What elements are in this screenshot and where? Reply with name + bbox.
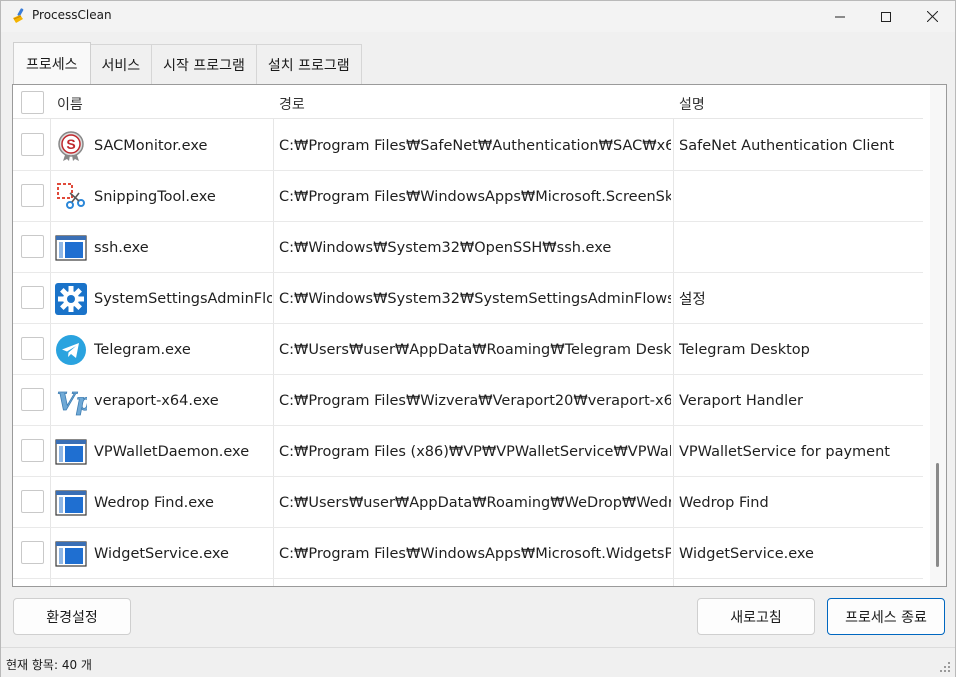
row-checkbox[interactable] [21, 337, 44, 360]
process-path: C:₩Windows₩System32₩OpenSSH₩ssh.exe [279, 239, 612, 256]
item-count-text: 현재 항목: 40 개 [6, 658, 92, 672]
refresh-button-label: 새로고침 [730, 609, 782, 626]
tab-label: 프로세스 [26, 56, 78, 73]
table-row[interactable]: SystemSettingsAdminFlo... C:₩Windows₩Syst… [13, 273, 923, 324]
safenet-icon: S [55, 130, 87, 162]
settings-button-label: 환경설정 [46, 609, 98, 626]
svg-text:S: S [66, 136, 75, 152]
process-path: C:₩Program Files₩SafeNet₩Authentication₩… [279, 137, 671, 154]
column-header-name[interactable]: 이름 [57, 94, 83, 114]
maximize-icon [881, 11, 891, 22]
refresh-button[interactable]: 새로고침 [697, 598, 815, 635]
process-name: Telegram.exe [94, 341, 191, 358]
process-path: C:₩Users₩user₩AppData₩Roaming₩WeDrop₩Wed… [279, 494, 671, 511]
tab-label: 설치 프로그램 [267, 57, 350, 74]
tab-label: 서비스 [101, 57, 141, 74]
process-name: veraport-x64.exe [94, 392, 219, 409]
column-header-description[interactable]: 설명 [679, 94, 705, 114]
veraport-icon: Vp [55, 385, 87, 417]
row-checkbox[interactable] [21, 286, 44, 309]
settings-button[interactable]: 환경설정 [13, 598, 131, 635]
process-name: SACMonitor.exe [94, 137, 208, 154]
row-checkbox[interactable] [21, 235, 44, 258]
list-header: 이름 경로 설명 [13, 85, 923, 119]
process-path: C:₩Windows₩System32₩SystemSettingsAdminF… [279, 290, 671, 307]
process-name: VPWalletDaemon.exe [94, 443, 250, 460]
row-checkbox[interactable] [21, 388, 44, 411]
close-button[interactable] [909, 1, 955, 32]
close-icon [926, 11, 938, 22]
snipping-tool-icon [55, 181, 87, 213]
process-name: SnippingTool.exe [94, 188, 216, 205]
table-row[interactable]: Vp veraport-x64.exe C:₩Program Files₩Wizve… [13, 375, 923, 426]
process-description: VPWalletService for payment [679, 443, 890, 460]
tab-label: 시작 프로그램 [163, 57, 245, 74]
process-description: WidgetService.exe [679, 545, 814, 562]
row-checkbox[interactable] [21, 184, 44, 207]
process-description: 설정 [679, 292, 706, 308]
tab-installed-programs[interactable]: 설치 프로그램 [255, 44, 362, 84]
generic-exe-icon [55, 232, 87, 264]
kill-process-button[interactable]: 프로세스 종료 [827, 598, 945, 635]
table-row[interactable]: Wedrop Find.exe C:₩Users₩user₩AppData₩Roa… [13, 477, 923, 528]
table-row[interactable]: SnippingTool.exe C:₩Program Files₩Windows… [13, 171, 923, 222]
minimize-button[interactable] [817, 1, 863, 32]
table-row[interactable]: S SACMonitor.exe C:₩Program Files₩SafeNet₩… [13, 120, 923, 171]
process-path: C:₩Program Files₩WindowsApps₩Microsoft.S… [279, 188, 671, 205]
kill-process-button-label: 프로세스 종료 [845, 609, 927, 626]
telegram-icon [55, 334, 87, 366]
svg-text:Vp: Vp [57, 387, 87, 416]
process-description: Wedrop Find [679, 494, 769, 511]
process-path: C:₩Program Files (x86)₩VP₩VPWalletServic… [279, 443, 671, 460]
scrollbar-thumb[interactable] [936, 463, 939, 567]
process-name: Wedrop Find.exe [94, 494, 214, 511]
title-bar: ProcessClean [1, 1, 955, 32]
generic-exe-icon [55, 436, 87, 468]
tab-startup-programs[interactable]: 시작 프로그램 [151, 44, 257, 84]
process-description: Telegram Desktop [679, 341, 810, 358]
table-row[interactable]: Telegram.exe C:₩Users₩user₩AppData₩Roamin… [13, 324, 923, 375]
window-title: ProcessClean [32, 8, 112, 22]
row-checkbox[interactable] [21, 541, 44, 564]
process-list[interactable]: 이름 경로 설명 S SACMonitor.exe C:₩Program Files… [12, 84, 947, 587]
process-path: C:₩Program Files₩WindowsApps₩Microsoft.W… [279, 545, 671, 562]
process-name: SystemSettingsAdminFlo... [94, 290, 272, 307]
row-checkbox[interactable] [21, 133, 44, 156]
process-description: SafeNet Authentication Client [679, 137, 895, 154]
column-header-path[interactable]: 경로 [279, 94, 305, 114]
status-bar: 현재 항목: 40 개 [1, 647, 955, 677]
process-name: WidgetService.exe [94, 545, 229, 562]
select-all-checkbox[interactable] [21, 91, 44, 114]
process-path: C:₩Program Files₩Wizvera₩Veraport20₩vera… [279, 392, 671, 409]
broom-icon [13, 8, 24, 23]
tab-processes[interactable]: 프로세스 [13, 42, 91, 84]
table-row[interactable]: WidgetService.exe C:₩Program Files₩Window… [13, 528, 923, 579]
tab-strip: 프로세스 서비스 시작 프로그램 설치 프로그램 [13, 42, 362, 84]
table-row[interactable]: VPWalletDaemon.exe C:₩Program Files (x86)… [13, 426, 923, 477]
maximize-button[interactable] [863, 1, 909, 32]
generic-exe-icon [55, 538, 87, 570]
row-checkbox[interactable] [21, 439, 44, 462]
resize-grip-icon[interactable] [939, 661, 951, 673]
app-window: ProcessClean 프로세스 서비스 시작 프로그램 설치 프로그램 이름… [0, 0, 956, 677]
generic-exe-icon [55, 487, 87, 519]
tab-services[interactable]: 서비스 [89, 44, 153, 84]
process-name: ssh.exe [94, 239, 149, 256]
process-path: C:₩Users₩user₩AppData₩Roaming₩Telegram D… [279, 341, 671, 358]
row-checkbox[interactable] [21, 490, 44, 513]
minimize-icon [835, 16, 845, 17]
process-description: Veraport Handler [679, 392, 803, 409]
settings-gear-icon [55, 282, 87, 315]
table-row[interactable]: ssh.exe C:₩Windows₩System32₩OpenSSH₩ssh.e… [13, 222, 923, 273]
vertical-scrollbar[interactable] [930, 85, 946, 586]
